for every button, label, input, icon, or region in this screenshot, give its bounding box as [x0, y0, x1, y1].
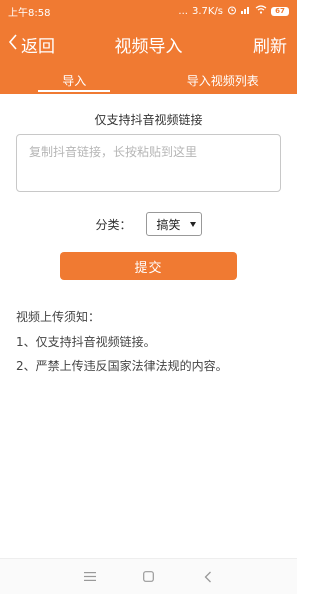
- tab-import-label: 导入: [62, 73, 87, 88]
- alarm-icon: [227, 5, 237, 18]
- signal-icon: [241, 5, 251, 17]
- back-nav-icon[interactable]: [198, 567, 218, 587]
- category-selected-value: 搞笑: [156, 217, 181, 232]
- hint-title: 仅支持抖音视频链接: [94, 113, 203, 127]
- refresh-button[interactable]: 刷新: [253, 30, 287, 58]
- category-label: 分类：: [95, 217, 132, 232]
- back-button[interactable]: 返回: [8, 30, 55, 58]
- tab-import[interactable]: 导入: [0, 66, 149, 94]
- link-input[interactable]: [16, 134, 281, 192]
- home-icon[interactable]: [139, 567, 159, 587]
- nav-bar: 返回 视频导入 刷新: [0, 22, 297, 66]
- status-time: 上午8:58: [8, 7, 51, 19]
- tab-bar: 导入 导入视频列表: [0, 66, 297, 94]
- tab-import-list-label: 导入视频列表: [186, 73, 259, 88]
- back-chevron-icon: [8, 33, 21, 55]
- status-bar: 上午8:58 ... 3.7K/s 67: [0, 0, 297, 22]
- category-select[interactable]: 搞笑: [145, 212, 202, 236]
- network-speed: 3.7K/s: [191, 5, 223, 17]
- active-tab-indicator: [38, 90, 111, 92]
- system-nav-bar: [0, 558, 297, 594]
- back-label: 返回: [21, 36, 55, 57]
- notice-item: 1、仅支持抖音视频链接。: [16, 335, 156, 349]
- battery-icon: 67: [271, 6, 289, 16]
- tab-import-list[interactable]: 导入视频列表: [149, 66, 298, 94]
- page-title: 视频导入: [114, 36, 183, 57]
- status-dots: ...: [178, 5, 188, 17]
- notice-item: 2、严禁上传违反国家法律法规的内容。: [16, 359, 228, 373]
- wifi-icon: [255, 5, 267, 17]
- category-row: 分类： 搞笑: [0, 211, 297, 237]
- submit-button[interactable]: 提交: [60, 252, 237, 280]
- notice-title: 视频上传须知：: [16, 310, 101, 324]
- dropdown-caret-icon: [189, 221, 196, 227]
- menu-icon[interactable]: [80, 567, 100, 587]
- status-right: ... 3.7K/s 67: [178, 5, 289, 18]
